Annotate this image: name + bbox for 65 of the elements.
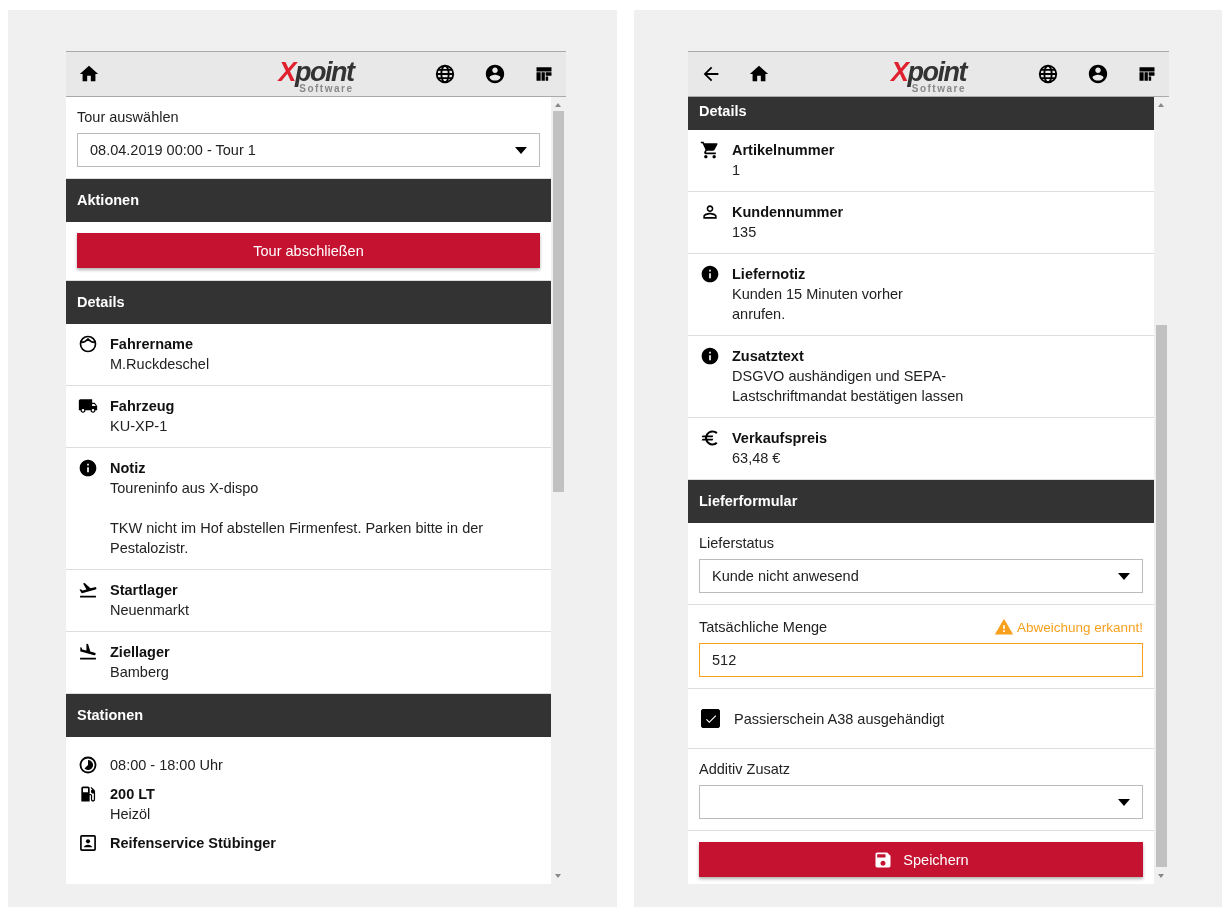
- detail-title: Liefernotiz: [732, 265, 807, 284]
- section-header: Details: [688, 97, 1154, 130]
- globe-icon[interactable]: [434, 63, 456, 85]
- scrollbar[interactable]: [1154, 97, 1169, 884]
- checkbox-label: Passierschein A38 ausgehändigt: [734, 710, 945, 727]
- detail-title: Kundennummer: [732, 203, 844, 222]
- warning-text: Abweichung erkannt!: [1016, 619, 1143, 635]
- account-icon[interactable]: [484, 63, 506, 85]
- input-field[interactable]: 512: [699, 643, 1143, 677]
- save-button[interactable]: Speichern: [699, 842, 1143, 877]
- station-text: 08:00 - 18:00 Uhr: [110, 756, 223, 775]
- section-header: Lieferformular: [688, 480, 1154, 523]
- detail-value: DSGVO aushändigen und SEPA- Lastschriftmandat bestätigen lassen: [732, 367, 964, 406]
- cart-icon: [700, 140, 720, 160]
- warning-icon: [993, 617, 1014, 637]
- contact-card-icon: [78, 833, 98, 853]
- detail-title: Zusatztext: [732, 347, 805, 366]
- field-label: Lieferstatus: [699, 535, 775, 551]
- station-title: Reifenservice Stübinger: [110, 834, 276, 853]
- layout-icon[interactable]: [1137, 64, 1157, 84]
- detail-value: M.Ruckdeschel: [110, 355, 210, 374]
- caret-icon: [1118, 798, 1130, 806]
- detail-value: 1: [732, 161, 742, 180]
- detail-title: Startlager: [110, 581, 179, 600]
- section-header: Details: [66, 281, 551, 324]
- clock-icon: [78, 755, 98, 775]
- field-label: Additiv Zusatz: [699, 761, 792, 777]
- info-icon: [700, 346, 720, 366]
- detail-title: Artikelnummer: [732, 141, 835, 160]
- detail-value: KU-XP-1: [110, 417, 169, 436]
- plane-takeoff-icon: [78, 580, 98, 600]
- checkbox[interactable]: [701, 709, 720, 728]
- detail-title: Verkaufspreis: [732, 429, 828, 448]
- dropdown-field[interactable]: 08.04.2019 00:00 - Tour 1: [77, 133, 540, 167]
- field-label: Tatsächliche Menge: [699, 619, 828, 635]
- detail-note: TKW nicht im Hof abstellen Firmenfest. Parken bitte in der Pestalozistr.: [110, 519, 485, 558]
- detail-title: Fahrername: [110, 335, 194, 354]
- plane-landing-icon: [78, 642, 98, 662]
- field-label: Tour auswählen: [77, 109, 180, 125]
- caret-icon: [515, 146, 527, 154]
- layout-icon[interactable]: [534, 64, 554, 84]
- caret-icon: [1118, 572, 1130, 580]
- detail-value: 135: [732, 223, 758, 242]
- detail-value: Bamberg: [110, 663, 170, 682]
- info-icon: [78, 458, 98, 478]
- detail-title: Ziellager: [110, 643, 170, 662]
- detail-value: Toureninfo aus X-dispo: [110, 479, 260, 498]
- head-icon: [78, 334, 98, 354]
- account-icon[interactable]: [1087, 63, 1109, 85]
- section-header: Stationen: [66, 694, 551, 737]
- globe-icon[interactable]: [1037, 63, 1059, 85]
- dropdown-field[interactable]: [699, 785, 1143, 819]
- info-icon: [700, 264, 720, 284]
- detail-title: Notiz: [110, 459, 147, 478]
- detail-value: 63,48 €: [732, 449, 782, 468]
- action-button[interactable]: Tour abschließen: [77, 233, 540, 268]
- fuel-pump-icon: [78, 784, 98, 804]
- dropdown-field[interactable]: Kunde nicht anwesend: [699, 559, 1143, 593]
- detail-title: Fahrzeug: [110, 397, 175, 416]
- detail-value: Neuenmarkt: [110, 601, 189, 620]
- station-text: Heizöl: [110, 805, 152, 824]
- euro-icon: [700, 428, 720, 448]
- section-header: Aktionen: [66, 179, 551, 222]
- detail-value: Kunden 15 Minuten vorher anrufen.: [732, 285, 903, 324]
- station-title: 200 LT: [110, 785, 155, 804]
